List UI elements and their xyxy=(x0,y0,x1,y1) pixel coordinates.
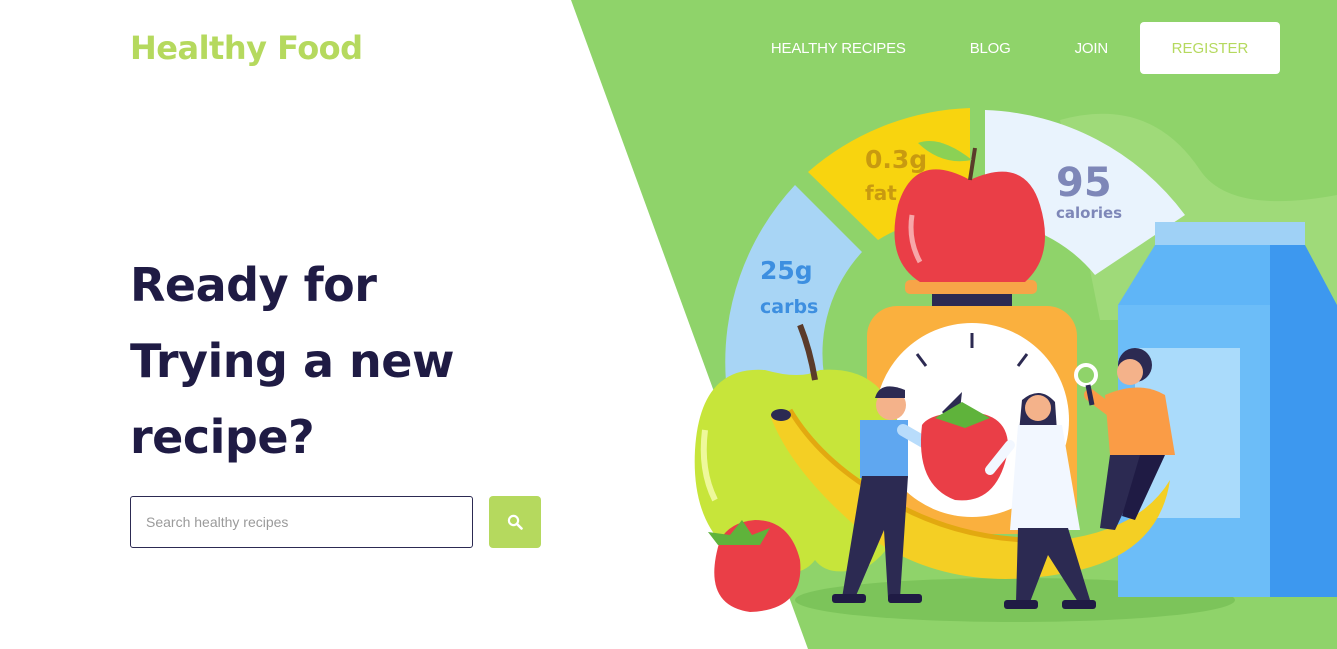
nav-join[interactable]: JOIN xyxy=(1075,40,1109,57)
carbs-value: 25g xyxy=(760,256,813,285)
headline-line-2: Trying a new xyxy=(130,334,454,388)
hero-headline: Ready for Trying a new recipe? xyxy=(130,247,454,475)
calories-label: calories xyxy=(1056,204,1122,222)
fat-label: fat xyxy=(865,181,897,205)
main-nav: HEALTHY RECIPES BLOG JOIN REGISTER xyxy=(771,22,1280,74)
search-icon xyxy=(507,514,523,530)
search-button[interactable] xyxy=(489,496,541,548)
register-button[interactable]: REGISTER xyxy=(1140,22,1280,74)
nav-blog[interactable]: BLOG xyxy=(970,40,1011,57)
carbs-label: carbs xyxy=(760,296,818,318)
nutrition-illustration: 0.3g fat 95 calories 25g carbs xyxy=(560,90,1337,649)
headline-line-1: Ready for xyxy=(130,258,377,312)
search-input[interactable] xyxy=(130,496,473,548)
brand-logo[interactable]: Healthy Food xyxy=(130,28,363,68)
fat-value: 0.3g xyxy=(865,145,927,174)
headline-line-3: recipe? xyxy=(130,410,315,464)
calories-value: 95 xyxy=(1056,160,1112,206)
nav-healthy-recipes[interactable]: HEALTHY RECIPES xyxy=(771,40,906,57)
